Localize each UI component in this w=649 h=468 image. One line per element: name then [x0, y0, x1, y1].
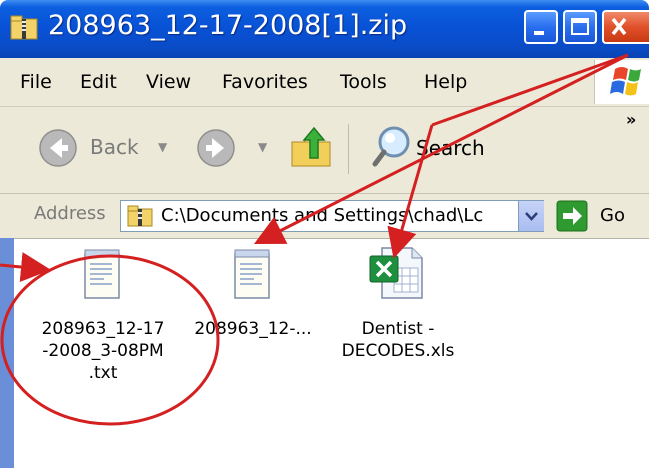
search-label: Search	[416, 136, 485, 160]
search-button[interactable]: Search	[372, 124, 492, 170]
back-label: Back	[90, 135, 139, 159]
toolbar-overflow-chevron[interactable]: »	[626, 110, 636, 129]
window-title: 208963_12-17-2008[1].zip	[48, 10, 408, 41]
file-name: Dentist - DECODES.xls	[341, 319, 455, 361]
close-button[interactable]	[602, 10, 649, 44]
minimize-button[interactable]	[524, 10, 558, 44]
menu-tools[interactable]: Tools	[340, 71, 387, 93]
chevron-down-icon	[525, 212, 538, 221]
up-folder-button[interactable]	[288, 124, 334, 170]
forward-arrow-icon	[197, 129, 235, 167]
address-zip-folder-icon	[127, 205, 153, 227]
file-item[interactable]: 208963_12-...	[178, 248, 328, 348]
address-label: Address	[34, 203, 106, 224]
text-file-icon	[234, 249, 270, 299]
back-dropdown-icon[interactable]: ▼	[158, 140, 167, 154]
menu-edit[interactable]: Edit	[80, 71, 117, 93]
back-button[interactable]: Back ▼	[38, 128, 178, 168]
menu-help[interactable]: Help	[424, 71, 467, 93]
address-value: C:\Documents and Settings\chad\Lc	[161, 205, 484, 226]
file-name: 208963_12-...	[194, 319, 312, 339]
forward-dropdown-icon[interactable]: ▼	[258, 140, 267, 154]
file-item[interactable]: 208963_12-17 -2008_3-08PM .txt	[28, 248, 178, 398]
left-pane-edge	[0, 238, 14, 468]
zip-folder-icon	[10, 15, 38, 40]
address-input[interactable]: C:\Documents and Settings\chad\Lc	[120, 200, 544, 232]
minimize-icon	[534, 31, 544, 35]
menu-file[interactable]: File	[20, 71, 52, 93]
file-name: 208963_12-17 -2008_3-08PM .txt	[41, 319, 165, 383]
forward-button[interactable]: ▼	[196, 128, 276, 168]
close-icon	[611, 17, 627, 36]
text-file-icon	[84, 249, 120, 299]
go-label: Go	[600, 205, 625, 226]
toolbar-separator	[348, 124, 349, 174]
excel-file-icon	[369, 247, 423, 299]
maximize-button[interactable]	[563, 10, 597, 44]
menu-favorites[interactable]: Favorites	[222, 71, 308, 93]
windows-logo	[594, 60, 649, 104]
address-dropdown-button[interactable]	[518, 201, 544, 231]
back-arrow-icon	[39, 129, 77, 167]
up-folder-icon	[291, 126, 331, 167]
maximize-icon	[571, 18, 589, 35]
go-arrow-icon	[556, 200, 588, 232]
windows-flag-icon	[610, 67, 641, 96]
search-icon	[372, 126, 410, 167]
menu-view[interactable]: View	[146, 71, 191, 93]
file-item[interactable]: Dentist - DECODES.xls	[328, 244, 468, 364]
